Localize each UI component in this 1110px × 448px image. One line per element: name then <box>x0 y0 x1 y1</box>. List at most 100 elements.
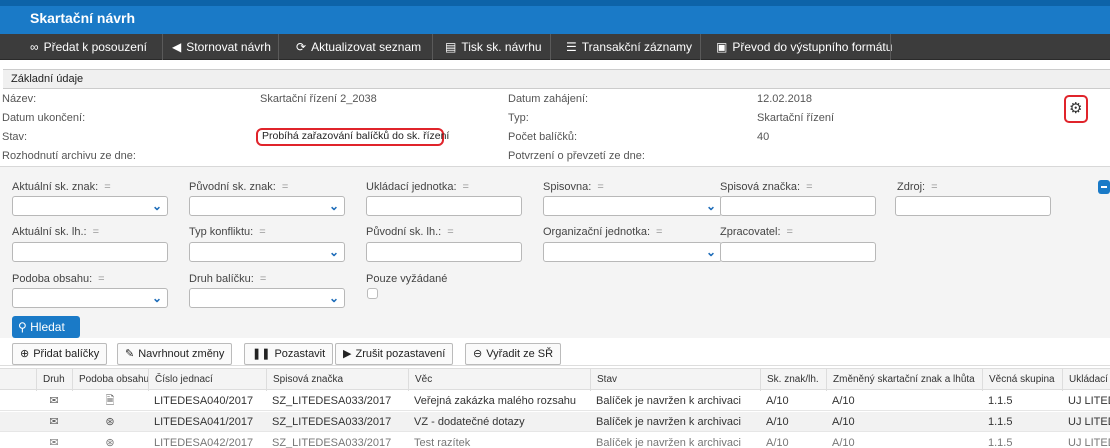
title-bar: Skartační návrh <box>0 0 1110 34</box>
organizacni-jednotka-select[interactable]: ⌄ <box>543 242 722 262</box>
search-button[interactable]: ⚲ Hledat <box>12 316 80 338</box>
rozhodnuti-archivu-label: Rozhodnutí archivu ze dne: <box>2 150 136 162</box>
spisova-znacka-cell: SZ_LITEDESA033/2017 <box>272 395 392 407</box>
column-header-druh[interactable]: Druh <box>36 369 72 391</box>
vecna-skupina-cell: 1.1.5 <box>988 416 1013 428</box>
zdroj-label: Zdroj: = <box>897 181 938 193</box>
aktualni-sk-znak-label: Aktuální sk. znak: = <box>12 181 111 193</box>
druh-balicku-label: Druh balíčku: = <box>189 273 267 285</box>
navrhnout-zmeny-button[interactable]: ✎ Navrhnout změny <box>117 343 233 365</box>
pause-icon: ❚❚ <box>252 348 271 360</box>
toolbar-separator <box>890 34 891 60</box>
tisk-sk-navrhu-button[interactable]: ▤ Tisk sk. návrhu <box>445 34 542 60</box>
vyradit-ze-sr-button[interactable]: ⊖ Vyřadit ze SŘ <box>465 343 562 365</box>
chevron-down-icon: ⌄ <box>328 291 339 305</box>
aktualni-sk-znak-select[interactable]: ⌄ <box>12 196 168 216</box>
cislo-jednaci-cell: LITEDESA042/2017 <box>154 437 254 448</box>
chevron-down-icon: ⌄ <box>328 245 339 259</box>
column-header-cislo-jednaci[interactable]: Číslo jednací <box>148 369 266 391</box>
column-header-vecna-skupina[interactable]: Věcná skupina <box>982 369 1062 391</box>
table-row[interactable]: ✉ 🗎 LITEDESA040/2017 SZ_LITEDESA033/2017… <box>0 391 1110 411</box>
column-header-ukladaci[interactable]: Ukládací <box>1062 369 1110 391</box>
sk-znak-cell: A/10 <box>766 416 789 428</box>
gear-icon[interactable]: ⚙ <box>1069 99 1082 117</box>
column-header-vec[interactable]: Věc <box>408 369 590 391</box>
transakcni-zaznamy-button[interactable]: ☰ Transakční záznamy <box>566 34 692 60</box>
zpracovatel-input[interactable] <box>720 242 876 262</box>
podoba-obsahu-label: Podoba obsahu: = <box>12 273 105 285</box>
puvodni-sk-znak-select[interactable]: ⌄ <box>189 196 345 216</box>
column-header-sk-znak[interactable]: Sk. znak/lh. <box>760 369 826 391</box>
print-icon: ▤ <box>445 40 457 54</box>
electronic-content-icon: ⊛ <box>105 437 115 448</box>
export-icon: ▣ <box>716 40 728 54</box>
spisovna-label: Spisovna: = <box>543 181 604 193</box>
toolbar-separator <box>550 34 551 60</box>
ukladaci-cell: UJ LITEDESA <box>1068 395 1110 407</box>
druh-balicku-select[interactable]: ⌄ <box>189 288 345 308</box>
stav-label: Stav: <box>2 131 28 143</box>
stornovat-navrh-button[interactable]: ◀ Stornovat návrh <box>172 34 271 60</box>
toolbar-separator <box>162 34 163 60</box>
table-header: Druh Podoba obsahu Číslo jednací Spisová… <box>0 368 1110 391</box>
pocet-balicku-label: Počet balíčků: <box>508 131 578 143</box>
zpracovatel-label: Zpracovatel: = <box>720 226 793 238</box>
organizacni-jednotka-label: Organizační jednotka: = <box>543 226 663 238</box>
chevron-down-icon: ⌄ <box>151 291 162 305</box>
electronic-content-icon: ⊛ <box>105 416 115 428</box>
typ-konfliktu-select[interactable]: ⌄ <box>189 242 345 262</box>
datum-ukonceni-label: Datum ukončení: <box>2 112 86 124</box>
table-row[interactable]: ✉ ⊛ LITEDESA041/2017 SZ_LITEDESA033/2017… <box>0 412 1110 432</box>
chevron-down-icon: ⌄ <box>705 245 716 259</box>
envelope-icon: ✉ <box>49 395 59 407</box>
typ-value: Skartační řízení <box>757 112 835 124</box>
datum-zahajeni-label: Datum zahájení: <box>508 93 589 105</box>
chevron-down-icon: ⌄ <box>705 199 716 213</box>
toolbar-separator <box>432 34 433 60</box>
zdroj-input[interactable] <box>895 196 1051 216</box>
spisova-znacka-input[interactable] <box>720 196 876 216</box>
puvodni-sk-lh-label: Původní sk. lh.: = <box>366 226 454 238</box>
collapse-filters-button[interactable] <box>1098 180 1110 194</box>
puvodni-sk-lh-input[interactable] <box>366 242 522 262</box>
typ-label: Typ: <box>508 112 529 124</box>
chevron-down-icon: ⌄ <box>151 199 162 213</box>
column-header-podoba-obsahu[interactable]: Podoba obsahu <box>72 369 148 391</box>
prevod-do-vystupniho-formatu-button[interactable]: ▣ Převod do výstupního formátu <box>716 34 892 60</box>
pouze-vyzadane-label: Pouze vyžádané <box>366 273 448 285</box>
ukladaci-jednotka-input[interactable] <box>366 196 522 216</box>
document-icon: 🗎 <box>105 395 115 407</box>
stav-value: Probíhá zařazování balíčků do sk. řízení <box>262 130 450 142</box>
list-icon: ☰ <box>566 40 577 54</box>
vec-cell: Test razítek <box>414 437 471 448</box>
pridat-balicky-button[interactable]: ⊕ Přidat balíčky <box>12 343 108 365</box>
refresh-icon: ⟳ <box>296 40 307 54</box>
column-header-spisova-znacka[interactable]: Spisová značka <box>266 369 408 391</box>
vecna-skupina-cell: 1.1.5 <box>988 437 1013 448</box>
predat-k-posouzeni-button[interactable]: ∞ Předat k posouzení <box>30 34 147 60</box>
spisova-znacka-cell: SZ_LITEDESA033/2017 <box>272 437 392 448</box>
datum-zahajeni-value: 12.02.2018 <box>757 93 813 105</box>
main-toolbar: ∞ Předat k posouzení ◀ Stornovat návrh ⟳ Ak… <box>0 34 1110 60</box>
envelope-icon: ✉ <box>49 416 59 428</box>
pocet-balicku-value: 40 <box>757 131 770 143</box>
toolbar-separator <box>700 34 701 60</box>
aktualizovat-seznam-button[interactable]: ⟳ Aktualizovat seznam <box>296 34 421 60</box>
arrow-left-icon: ◀ <box>172 40 182 54</box>
pozastavit-button[interactable]: ❚❚ Pozastavit <box>244 343 334 365</box>
column-header-stav[interactable]: Stav <box>590 369 760 391</box>
aktualni-sk-lh-input[interactable] <box>12 242 168 262</box>
podoba-obsahu-select[interactable]: ⌄ <box>12 288 168 308</box>
window-title: Skartační návrh <box>30 10 136 26</box>
zrusit-pozastaveni-button[interactable]: ▶ Zrušit pozastavení <box>335 343 454 365</box>
zmeneny-znak-cell: A/10 <box>832 395 855 407</box>
cislo-jednaci-cell: LITEDESA041/2017 <box>154 416 254 428</box>
spisovna-select[interactable]: ⌄ <box>543 196 722 216</box>
ukladaci-cell: UJ LITEDESA <box>1068 416 1110 428</box>
vecna-skupina-cell: 1.1.5 <box>988 395 1013 407</box>
link-icon: ∞ <box>30 40 39 54</box>
pouze-vyzadane-checkbox[interactable] <box>367 288 378 299</box>
table-row[interactable]: ✉ ⊛ LITEDESA042/2017 SZ_LITEDESA033/2017… <box>0 433 1110 448</box>
column-header-zmeneny-znak[interactable]: Změněný skartační znak a lhůta <box>826 369 982 391</box>
spisova-znacka-cell: SZ_LITEDESA033/2017 <box>272 416 392 428</box>
